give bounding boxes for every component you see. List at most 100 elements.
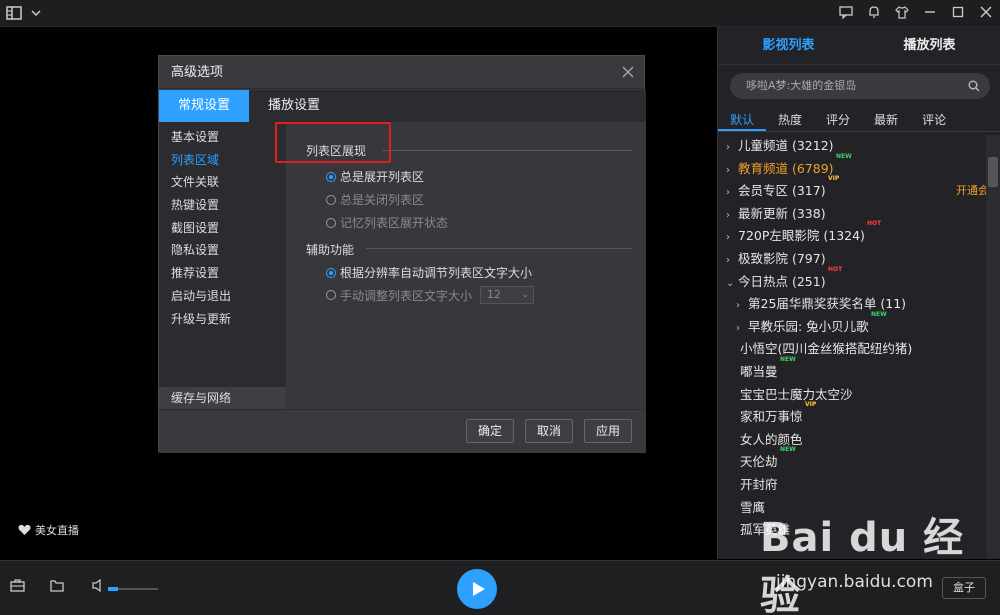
minimize-icon[interactable] [922, 4, 938, 20]
nav-cache-network[interactable]: 缓存与网络 [159, 387, 286, 409]
sort-rating[interactable]: 评分 [814, 108, 862, 131]
option-remember-state[interactable]: 记忆列表区展开状态 [326, 214, 448, 231]
advanced-options-dialog: 高级选项 常规设置 播放设置 基本设置 列表区域 文件关联 热键设置 截图设置 … [158, 55, 646, 453]
tab-playback-settings[interactable]: 播放设置 [249, 90, 339, 122]
dialog-title: 高级选项 [159, 56, 644, 89]
search-icon[interactable] [968, 73, 980, 99]
settings-content: 列表区展现 总是展开列表区 总是关闭列表区 记忆列表区展开状态 辅助功能 根据分… [286, 122, 646, 409]
channel-item[interactable]: › 儿童频道 (3212) [718, 135, 986, 158]
chevron-right-icon[interactable]: › [726, 227, 738, 250]
chevron-right-icon[interactable]: › [736, 295, 748, 318]
chevron-right-icon[interactable]: › [726, 205, 738, 228]
section-divider [366, 248, 632, 249]
nav-hotkey-settings[interactable]: 热键设置 [159, 194, 286, 217]
scrollbar-thumb[interactable] [988, 157, 998, 187]
open-vip-link[interactable]: 开通会员 [956, 180, 986, 203]
settings-nav: 基本设置 列表区域 文件关联 热键设置 截图设置 隐私设置 推荐设置 启动与退出… [159, 122, 286, 409]
chevron-right-icon[interactable]: › [736, 318, 748, 341]
channel-item[interactable]: 天伦劫 NEW [718, 446, 986, 474]
player-app: 美女直播 影视列表 播放列表 哆啦A梦:大雄的金银岛 默认 热度 评分 最新 评… [0, 0, 1000, 615]
channel-item[interactable]: 开封府 [718, 474, 986, 497]
dialog-tabs: 常规设置 播放设置 [159, 90, 646, 122]
vip-badge: VIP [828, 175, 840, 183]
channel-item[interactable]: ›会员专区 (317)VIP 开通会员 [718, 175, 986, 205]
hot-badge: HOT [867, 220, 882, 228]
cancel-button[interactable]: 取消 [525, 419, 573, 443]
channel-item[interactable]: 女人的颜色 [718, 429, 986, 452]
baidu-watermark: Bai du 经验 [760, 515, 965, 615]
sort-default[interactable]: 默认 [718, 108, 767, 131]
sort-popularity[interactable]: 热度 [766, 108, 814, 131]
radio-unchecked[interactable] [326, 217, 336, 228]
chevron-down-icon: ⌄ [521, 290, 530, 300]
channel-item-label: 今日热点 (251) [738, 273, 826, 289]
vip-badge: VIP [805, 401, 817, 409]
option-manual-font-size[interactable]: 手动调整列表区文字大小 12 ⌄ [326, 286, 535, 304]
nav-privacy-settings[interactable]: 隐私设置 [159, 239, 286, 262]
chevron-down-icon[interactable]: ⌄ [726, 273, 738, 296]
nav-list-area[interactable]: 列表区域 [159, 149, 286, 172]
chevron-right-icon[interactable]: › [726, 160, 738, 183]
channel-item[interactable]: › 720P左眼影院 (1324) HOT [718, 220, 986, 250]
nav-file-association[interactable]: 文件关联 [159, 171, 286, 194]
option-always-collapse[interactable]: 总是关闭列表区 [326, 191, 424, 208]
sort-latest[interactable]: 最新 [862, 108, 910, 131]
toolbox-icon[interactable] [10, 579, 25, 596]
chevron-right-icon[interactable]: › [726, 182, 738, 205]
channel-item[interactable]: 嘟当曼 NEW [718, 356, 986, 384]
tab-general-settings[interactable]: 常规设置 [159, 90, 249, 122]
beauty-live-link[interactable]: 美女直播 [18, 522, 79, 538]
volume-icon[interactable] [92, 578, 104, 596]
title-bar [0, 0, 1000, 27]
sort-comments[interactable]: 评论 [910, 108, 958, 131]
hot-badge: HOT [828, 265, 843, 273]
channel-item-label: 会员专区 (317) [738, 183, 826, 199]
nav-recommend-settings[interactable]: 推荐设置 [159, 262, 286, 285]
new-badge: NEW [871, 310, 887, 318]
message-icon[interactable] [838, 4, 854, 20]
nav-screenshot-settings[interactable]: 截图设置 [159, 217, 286, 240]
channel-item[interactable]: ⌄ 今日热点 (251) HOT [718, 266, 986, 296]
layout-menu-icon[interactable] [6, 5, 22, 21]
channel-item-label: 宝宝巴士魔力太空沙 [740, 386, 853, 402]
tab-video-list[interactable]: 影视列表 [718, 27, 859, 64]
channel-item[interactable]: 小悟空(四川金丝猴搭配纽约猪) [718, 338, 986, 361]
channel-item[interactable]: › 教育频道 (6789) NEW [718, 153, 986, 183]
tab-play-list[interactable]: 播放列表 [859, 27, 1000, 64]
radio-unchecked[interactable] [326, 194, 336, 205]
skin-icon[interactable] [894, 4, 910, 20]
nav-basic-settings[interactable]: 基本设置 [159, 126, 286, 149]
channel-item-label: 720P左眼影院 (1324) [738, 228, 865, 244]
radio-checked[interactable] [326, 171, 336, 182]
radio-checked[interactable] [326, 267, 336, 278]
nav-upgrade-update[interactable]: 升级与更新 [159, 308, 286, 331]
dialog-close-icon[interactable] [622, 63, 634, 82]
chevron-right-icon[interactable]: › [726, 137, 738, 160]
play-button[interactable] [457, 569, 497, 609]
chevron-down-icon[interactable] [28, 5, 44, 21]
chevron-right-icon[interactable]: › [726, 250, 738, 273]
channel-item-label: 家和万事惊 [740, 409, 803, 425]
channel-item[interactable]: › 最新更新 (338) [718, 203, 986, 226]
option-always-expand[interactable]: 总是展开列表区 [326, 168, 424, 185]
sidebar-scrollbar[interactable] [986, 135, 1000, 559]
open-folder-icon[interactable] [50, 579, 65, 596]
annotation-highlight-box [275, 122, 391, 163]
ok-button[interactable]: 确定 [466, 419, 514, 443]
channel-item[interactable]: › 早教乐园: 兔小贝儿歌 NEW [718, 311, 986, 341]
radio-unchecked[interactable] [326, 290, 336, 300]
option-auto-font-size[interactable]: 根据分辨率自动调节列表区文字大小 [326, 264, 532, 281]
maximize-icon[interactable] [950, 4, 966, 20]
nav-startup-exit[interactable]: 启动与退出 [159, 285, 286, 308]
search-input[interactable]: 哆啦A梦:大雄的金银岛 [730, 73, 990, 99]
notification-icon[interactable] [866, 4, 882, 20]
channel-item[interactable]: 宝宝巴士魔力太空沙 [718, 384, 986, 407]
channel-item-label: 小悟空(四川金丝猴搭配纽约猪) [740, 341, 913, 357]
channel-item[interactable]: › 极致影院 (797) [718, 248, 986, 271]
close-icon[interactable] [978, 4, 994, 20]
channel-item[interactable]: › 第25届华鼎奖获奖名单 (11) [718, 293, 986, 316]
font-size-select[interactable]: 12 ⌄ [480, 286, 535, 304]
channel-item-label: 开封府 [740, 476, 778, 492]
channel-item[interactable]: 家和万事惊 VIP [718, 401, 986, 429]
apply-button[interactable]: 应用 [584, 419, 632, 443]
